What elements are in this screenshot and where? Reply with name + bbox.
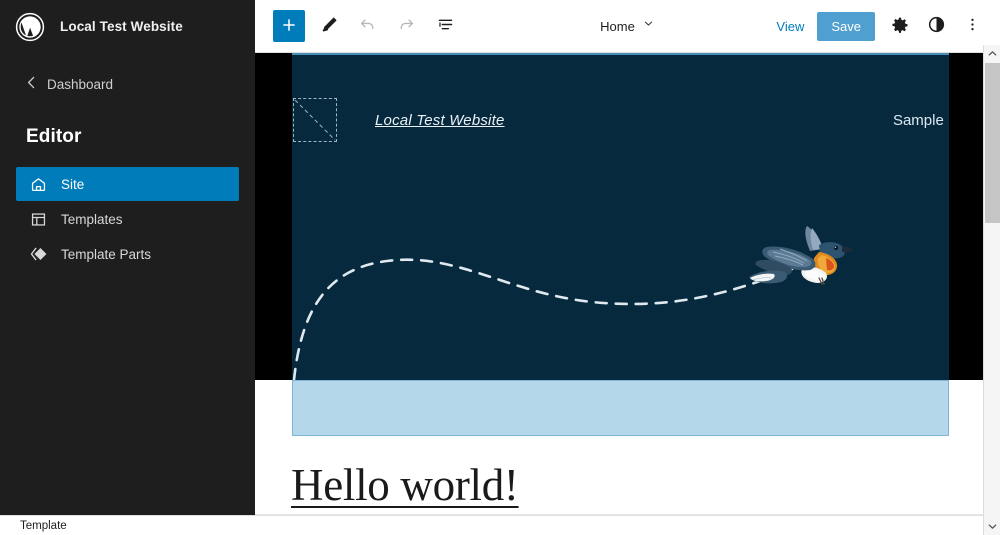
edit-tool-button[interactable]	[312, 10, 344, 42]
sidebar-item-label: Template Parts	[61, 246, 152, 262]
sidebar: Local Test Website Dashboard Editor Site	[0, 0, 255, 515]
sidebar-bottom-fill	[0, 505, 255, 515]
site-editor-window: Local Test Website Dashboard Editor Site	[0, 0, 1000, 535]
sidebar-header: Local Test Website	[0, 0, 255, 53]
dashboard-label: Dashboard	[47, 76, 114, 92]
site-header-block[interactable]: Local Test Website Sample Page	[292, 53, 949, 380]
redo-arrow-icon	[397, 15, 416, 37]
layout-icon	[29, 210, 48, 229]
editor-section-heading: Editor	[26, 126, 82, 147]
home-icon	[29, 175, 48, 194]
add-block-button[interactable]	[273, 10, 305, 42]
contrast-half-circle-icon	[927, 15, 946, 37]
scrollbar-up-button[interactable]	[984, 45, 1000, 62]
status-bar-label: Template	[20, 519, 67, 532]
sidebar-item-label: Templates	[61, 211, 123, 227]
document-title-dropdown[interactable]: Home	[558, 17, 698, 35]
view-button[interactable]: View	[767, 13, 813, 40]
flying-bird-illustration-icon	[749, 226, 853, 285]
post-title-heading[interactable]: Hello world!	[291, 459, 519, 511]
dashboard-back-link[interactable]: Dashboard	[0, 72, 255, 96]
status-bar: Template	[0, 515, 983, 535]
gear-icon	[891, 16, 909, 37]
sidebar-item-template-parts[interactable]: Template Parts	[16, 237, 239, 271]
styles-button[interactable]	[920, 10, 952, 42]
plus-icon	[281, 17, 297, 36]
post-content-area: Hello world!	[255, 437, 983, 515]
save-button[interactable]: Save	[817, 11, 875, 41]
list-view-button[interactable]	[429, 10, 461, 42]
scrollbar-thumb[interactable]	[985, 63, 1000, 223]
document-title: Home	[600, 18, 635, 34]
settings-button[interactable]	[884, 10, 916, 42]
undo-arrow-icon	[358, 15, 377, 37]
sidebar-item-label: Site	[61, 176, 85, 192]
toolbar-left-group	[255, 10, 461, 42]
sidebar-site-name: Local Test Website	[60, 19, 183, 34]
editor-canvas[interactable]: Local Test Website Sample Page	[255, 53, 983, 515]
sidebar-item-site[interactable]: Site	[16, 167, 239, 201]
chevron-down-icon	[988, 518, 997, 535]
selected-block-placeholder[interactable]	[292, 380, 949, 436]
hero-letterbox: Local Test Website Sample Page	[255, 53, 983, 380]
scrollbar-down-button[interactable]	[984, 518, 1000, 535]
template-parts-icon	[29, 245, 48, 264]
sidebar-item-templates[interactable]: Templates	[16, 202, 239, 236]
pencil-icon	[319, 15, 338, 37]
more-options-button[interactable]	[956, 10, 988, 42]
undo-button[interactable]	[351, 10, 383, 42]
list-view-icon	[436, 15, 455, 37]
editor-toolbar: Home View Save	[255, 0, 1000, 53]
redo-button[interactable]	[390, 10, 422, 42]
dashed-curve-path-icon	[292, 258, 794, 380]
chevron-up-icon	[988, 45, 997, 63]
sidebar-nav-list: Site Templates Template Parts	[0, 167, 255, 271]
wordpress-logo-icon[interactable]	[14, 11, 46, 43]
chevron-down-icon	[642, 17, 655, 35]
chevron-left-icon	[26, 76, 37, 92]
toolbar-right-group: View Save	[767, 10, 1000, 42]
more-vertical-dots-icon	[964, 16, 981, 36]
canvas-scrollbar[interactable]	[983, 45, 1000, 535]
